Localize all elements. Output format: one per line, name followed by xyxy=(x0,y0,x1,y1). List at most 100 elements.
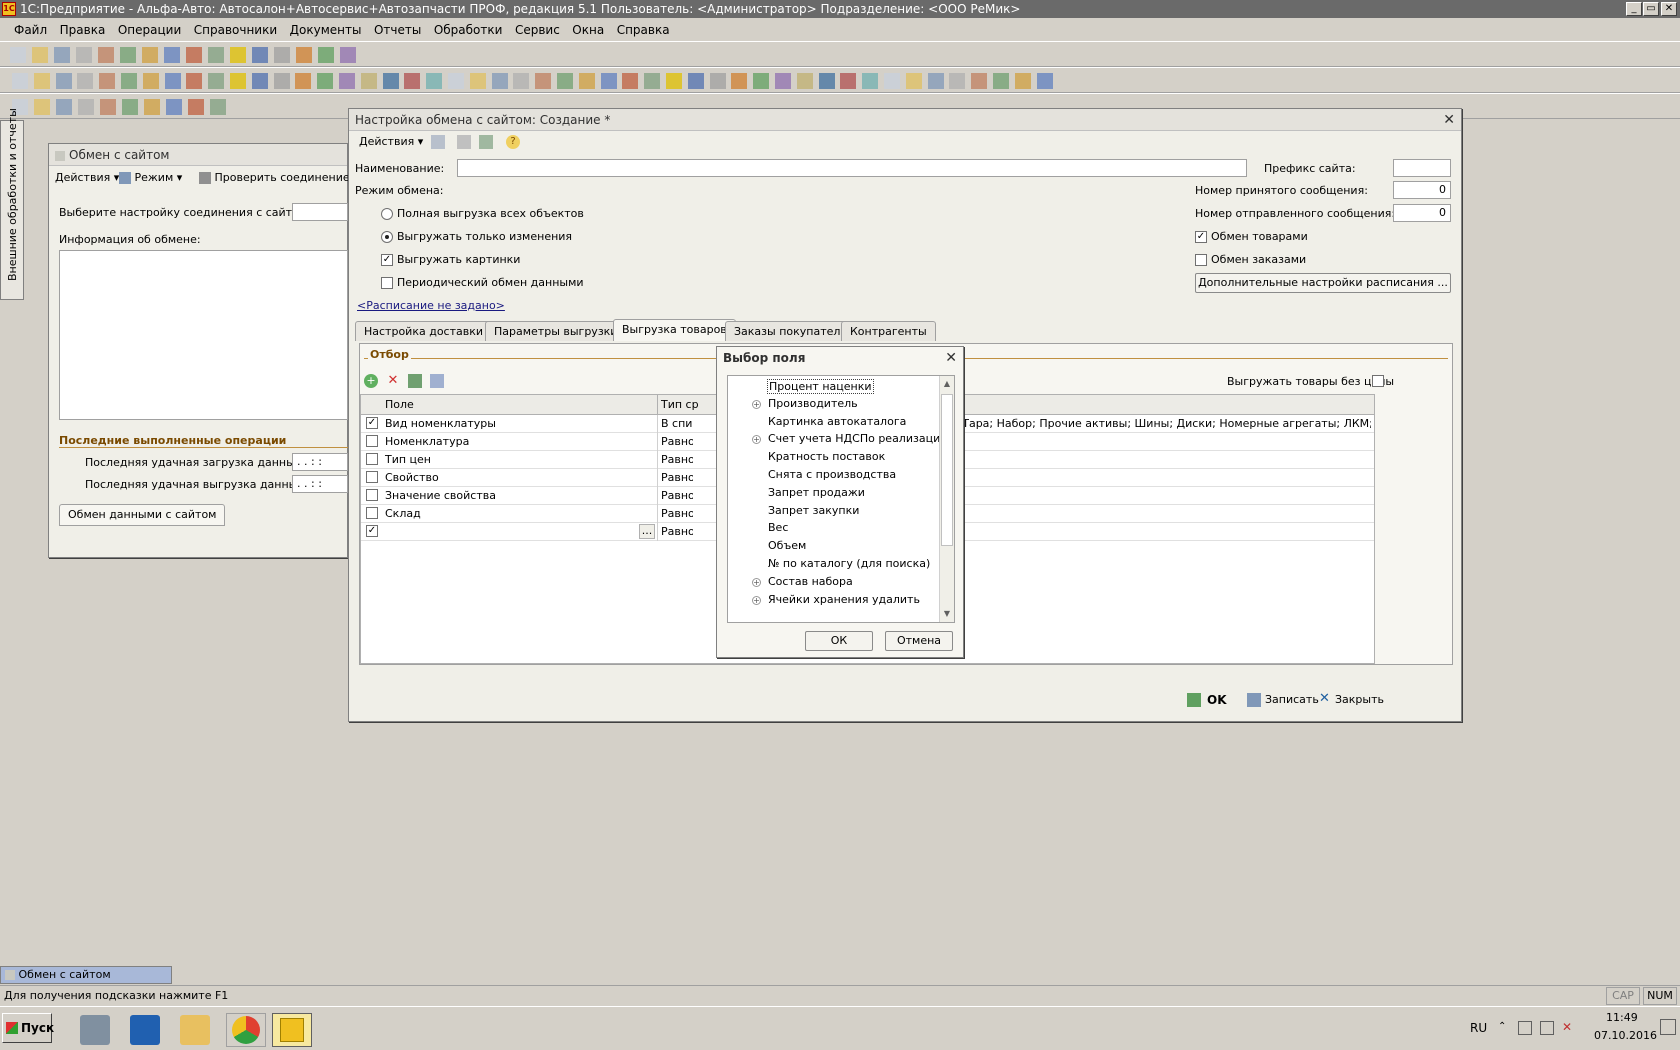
toolbar-tool-2-icon[interactable] xyxy=(34,99,50,115)
toolbar-tool-10-icon[interactable] xyxy=(210,99,226,115)
tree-item[interactable]: Запрет продажи xyxy=(768,486,865,499)
tree-expand-icon[interactable]: + xyxy=(752,435,761,445)
toolbar-tool-11-icon[interactable] xyxy=(230,73,246,89)
tree-item[interactable]: № по каталогу (для поиска) xyxy=(768,557,930,570)
toolbar-tool-10-icon[interactable] xyxy=(208,73,225,89)
schedule-link[interactable]: <Расписание не задано> xyxy=(357,299,505,312)
new-icon[interactable] xyxy=(10,47,26,63)
menu-service[interactable]: Сервис xyxy=(515,23,560,37)
toolbar-tool-17-icon[interactable] xyxy=(360,73,377,89)
external-reports-panel-tab[interactable]: Внешние обработки и отчеты xyxy=(0,108,24,300)
toolbar-tool-29-icon[interactable] xyxy=(622,73,639,89)
scroll-down-icon[interactable]: ▼ xyxy=(940,606,954,622)
toolbar-tool-42-icon[interactable] xyxy=(905,73,922,89)
toolbar-tool-6-icon[interactable] xyxy=(121,73,137,89)
toolbar-tool-39-icon[interactable] xyxy=(840,73,857,89)
scroll-thumb[interactable] xyxy=(941,394,953,546)
toolbar-tool-38-icon[interactable] xyxy=(818,73,835,89)
sent-number-input[interactable]: 0 xyxy=(1393,204,1451,222)
toolbar-tool-7-icon[interactable] xyxy=(142,73,159,89)
goods-exchange-checkbox[interactable]: ✓ xyxy=(1195,231,1207,243)
clock-time[interactable]: 11:49 xyxy=(1606,1011,1638,1024)
open-icon[interactable] xyxy=(32,47,48,63)
toolbar-tool-2-icon[interactable] xyxy=(33,73,50,89)
received-number-input[interactable]: 0 xyxy=(1393,181,1451,199)
row-checkbox[interactable]: ✓ xyxy=(366,525,378,537)
tree-item[interactable]: Картинка автокаталога xyxy=(768,415,906,428)
language-indicator[interactable]: RU xyxy=(1470,1021,1487,1035)
tree-item[interactable]: Счет учета НДСПо реализации xyxy=(768,432,947,445)
copy-row-icon[interactable] xyxy=(430,374,444,388)
orders-exchange-checkbox[interactable] xyxy=(1195,254,1207,266)
last-load-field[interactable]: . . : : xyxy=(292,453,348,471)
tray-expand-icon[interactable]: ⌃ xyxy=(1498,1021,1506,1032)
toolbar-tool-37-icon[interactable] xyxy=(796,73,813,89)
exchange-info-area[interactable] xyxy=(59,250,348,420)
row-checkbox[interactable] xyxy=(366,507,378,519)
scroll-up-icon[interactable]: ▲ xyxy=(940,376,954,392)
toolbar-tool-36-icon[interactable] xyxy=(775,73,791,89)
find-icon[interactable] xyxy=(230,47,246,63)
show-desktop-icon[interactable] xyxy=(1660,1019,1676,1035)
tree-item[interactable]: Запрет закупки xyxy=(768,504,859,517)
toolbar-tool-19-icon[interactable] xyxy=(404,73,421,89)
form-icon[interactable] xyxy=(457,135,471,149)
dialog-ok-button[interactable]: ОК xyxy=(805,631,873,651)
restore-button[interactable]: ▭ xyxy=(1643,2,1659,16)
volume-muted-icon[interactable]: ✕ xyxy=(1562,1020,1572,1034)
calendar-icon[interactable] xyxy=(274,47,290,63)
toolbar-tool-24-icon[interactable] xyxy=(513,73,530,89)
toolbar-tool-12-icon[interactable] xyxy=(251,73,268,89)
tab-contractors[interactable]: Контрагенты xyxy=(841,321,936,341)
toolbar-tool-20-icon[interactable] xyxy=(426,73,443,89)
tab-delivery[interactable]: Настройка доставки xyxy=(355,321,493,341)
menu-file[interactable]: Файл xyxy=(14,23,47,37)
toolbar-tool-48-icon[interactable] xyxy=(1036,73,1053,89)
open-window-site-exchange[interactable]: Обмен с сайтом xyxy=(0,966,172,984)
mode-menu-button[interactable]: Режим ▾ xyxy=(119,171,182,184)
name-input[interactable] xyxy=(457,159,1247,177)
start-button[interactable]: Пуск xyxy=(2,1013,54,1043)
tab-customer-orders[interactable]: Заказы покупателя xyxy=(725,321,857,341)
explorer-icon[interactable] xyxy=(180,1015,210,1045)
close-icon[interactable]: ✕ xyxy=(1443,112,1455,128)
dialog-close-icon[interactable]: ✕ xyxy=(945,350,957,366)
close-button[interactable]: Закрыть xyxy=(1335,693,1384,706)
row-checkbox[interactable] xyxy=(366,489,378,501)
export-pictures-checkbox[interactable]: ✓ xyxy=(381,254,393,266)
settings-actions-button[interactable]: Действия ▾ xyxy=(359,135,423,148)
menu-processing[interactable]: Обработки xyxy=(434,23,503,37)
toolbar-tool-46-icon[interactable] xyxy=(993,73,1009,89)
toolbar-tool-6-icon[interactable] xyxy=(122,99,138,115)
menu-edit[interactable]: Правка xyxy=(60,23,106,37)
toolbar-tool-28-icon[interactable] xyxy=(600,73,617,89)
toolbar-tool-14-icon[interactable] xyxy=(295,73,312,89)
toolbar-tool-33-icon[interactable] xyxy=(709,73,726,89)
toolbar-tool-26-icon[interactable] xyxy=(557,73,573,89)
toolbar-tool-18-icon[interactable] xyxy=(382,73,399,89)
toolbar-tool-3-icon[interactable] xyxy=(56,99,72,115)
tree-item[interactable]: Процент наценки xyxy=(767,379,874,394)
toolbar-tool-25-icon[interactable] xyxy=(535,73,552,89)
toolbar-tool-5-icon[interactable] xyxy=(100,99,116,115)
tree-item[interactable]: Ячейки хранения удалить xyxy=(768,593,920,606)
flag-icon[interactable] xyxy=(1518,1021,1532,1035)
network-icon[interactable] xyxy=(1540,1021,1554,1035)
ok-button[interactable]: OK xyxy=(1207,693,1227,707)
toolbar-tool-44-icon[interactable] xyxy=(949,73,966,89)
toolbar-tool-23-icon[interactable] xyxy=(491,73,508,89)
changes-only-radio[interactable] xyxy=(381,231,393,243)
row-checkbox[interactable] xyxy=(366,435,378,447)
tab-exchange-data[interactable]: Обмен данными с сайтом xyxy=(59,504,226,526)
chrome-taskbar-button[interactable] xyxy=(226,1013,266,1047)
minimize-button[interactable]: _ xyxy=(1626,2,1642,16)
save-button[interactable]: Записать xyxy=(1265,693,1319,706)
menu-references[interactable]: Справочники xyxy=(194,23,277,37)
toolbar-tool-31-icon[interactable] xyxy=(666,73,682,89)
menu-reports[interactable]: Отчеты xyxy=(374,23,421,37)
tree-expand-icon[interactable]: + xyxy=(752,399,761,409)
check-connection-button[interactable]: Проверить соединение xyxy=(199,171,350,184)
add-row-icon[interactable]: + xyxy=(364,374,378,388)
row-checkbox[interactable] xyxy=(366,471,378,483)
tree-item[interactable]: Кратность поставок xyxy=(768,450,885,463)
